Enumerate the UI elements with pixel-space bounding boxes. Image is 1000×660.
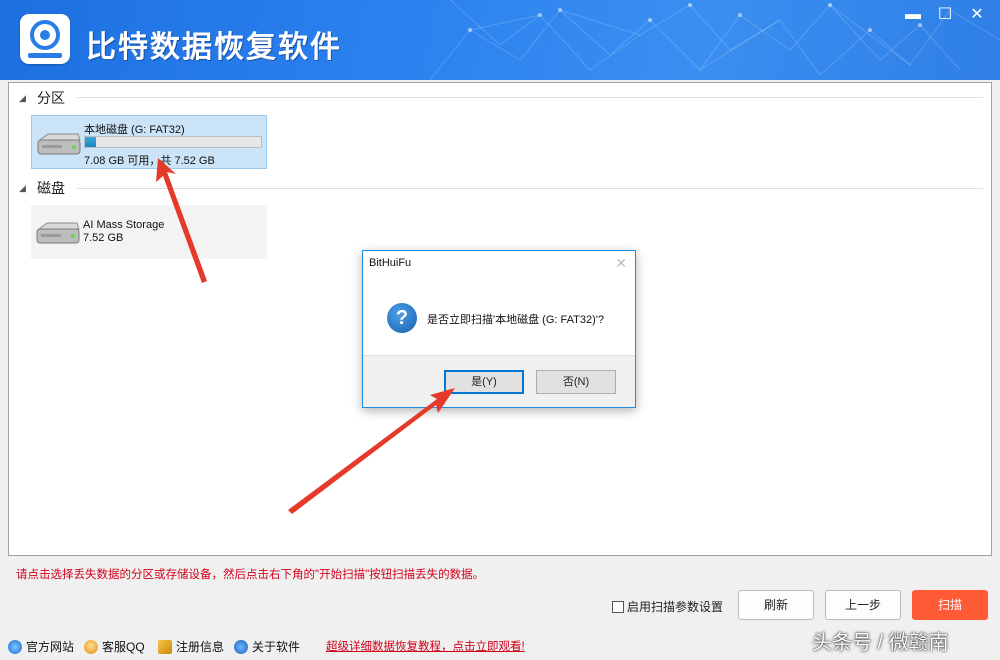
collapse-triangle-icon[interactable]: ◢ (19, 183, 31, 194)
collapse-triangle-icon[interactable]: ◢ (19, 93, 31, 104)
scan-button[interactable]: 扫描 (912, 590, 988, 620)
dialog-title: BitHuiFu (369, 257, 412, 269)
instruction-hint: 请点击选择丢失数据的分区或存储设备，然后点击右下角的"开始扫描"按钮扫描丢失的数… (16, 569, 485, 581)
partition-usage-bar (84, 136, 262, 148)
key-icon (158, 639, 172, 654)
partition-item-g[interactable]: 本地磁盘 (G: FAT32) 7.08 GB 可用，共 7.52 GB (31, 115, 267, 169)
close-button[interactable]: ✕ (966, 4, 988, 26)
dialog-no-button[interactable]: 否(N) (536, 370, 616, 394)
footer-qq-label: 客服QQ (102, 640, 145, 654)
question-icon: ? (387, 303, 417, 333)
partition-name: 本地磁盘 (G: FAT32) (84, 124, 185, 136)
divider (77, 97, 983, 98)
maximize-button[interactable]: ☐ (934, 4, 956, 26)
section-disks[interactable]: ◢ 磁盘 (19, 179, 65, 197)
tutorial-promo-link[interactable]: 超级详细数据恢复教程，点击立即观看! (326, 638, 525, 654)
app-logo-icon (20, 14, 70, 64)
scan-params-label: 启用扫描参数设置 (627, 600, 724, 614)
section-label: 磁盘 (37, 180, 65, 196)
minimize-button[interactable]: ▬ (902, 4, 924, 26)
footer-website-label: 官方网站 (26, 640, 75, 654)
watermark: 头条号 / 微赣南 (812, 632, 949, 654)
footer-website-link[interactable]: 官方网站 (8, 638, 74, 655)
refresh-button[interactable]: 刷新 (738, 590, 814, 620)
scan-params-option[interactable]: 启用扫描参数设置 (612, 598, 723, 615)
footer-about-link[interactable]: 关于软件 (234, 638, 300, 655)
scan-confirm-dialog: BitHuiFu ✕ ? 是否立即扫描'本地磁盘 (G: FAT32)'? 是(… (362, 250, 636, 408)
title-bar: 比特数据恢复软件 ▬ ☐ ✕ (0, 0, 1000, 80)
info-globe-icon (234, 639, 248, 654)
disk-name: AI Mass Storage (83, 219, 165, 231)
disk-size: 7.52 GB (83, 232, 124, 244)
section-label: 分区 (37, 90, 65, 106)
partition-size: 7.08 GB 可用，共 7.52 GB (84, 155, 215, 167)
dialog-close-icon[interactable]: ✕ (615, 255, 627, 272)
footer-register-link[interactable]: 注册信息 (158, 638, 224, 655)
disk-item-mass-storage[interactable]: AI Mass Storage 7.52 GB (31, 205, 267, 259)
scan-params-checkbox[interactable] (612, 600, 624, 613)
hard-drive-icon (36, 222, 80, 244)
hard-drive-icon (37, 133, 81, 155)
divider (77, 188, 983, 189)
footer-qq-link[interactable]: 客服QQ (84, 638, 145, 655)
footer-register-label: 注册信息 (176, 640, 225, 654)
dialog-message: 是否立即扫描'本地磁盘 (G: FAT32)'? (427, 314, 604, 326)
section-partitions[interactable]: ◢ 分区 (19, 89, 65, 107)
footer-about-label: 关于软件 (252, 640, 301, 654)
app-title: 比特数据恢复软件 (86, 30, 342, 65)
dialog-yes-button[interactable]: 是(Y) (444, 370, 524, 394)
prev-step-button[interactable]: 上一步 (825, 590, 901, 620)
window-controls: ▬ ☐ ✕ (902, 4, 988, 26)
partition-usage-fill (85, 137, 96, 147)
qq-penguin-icon (84, 639, 98, 654)
globe-icon (8, 639, 22, 654)
